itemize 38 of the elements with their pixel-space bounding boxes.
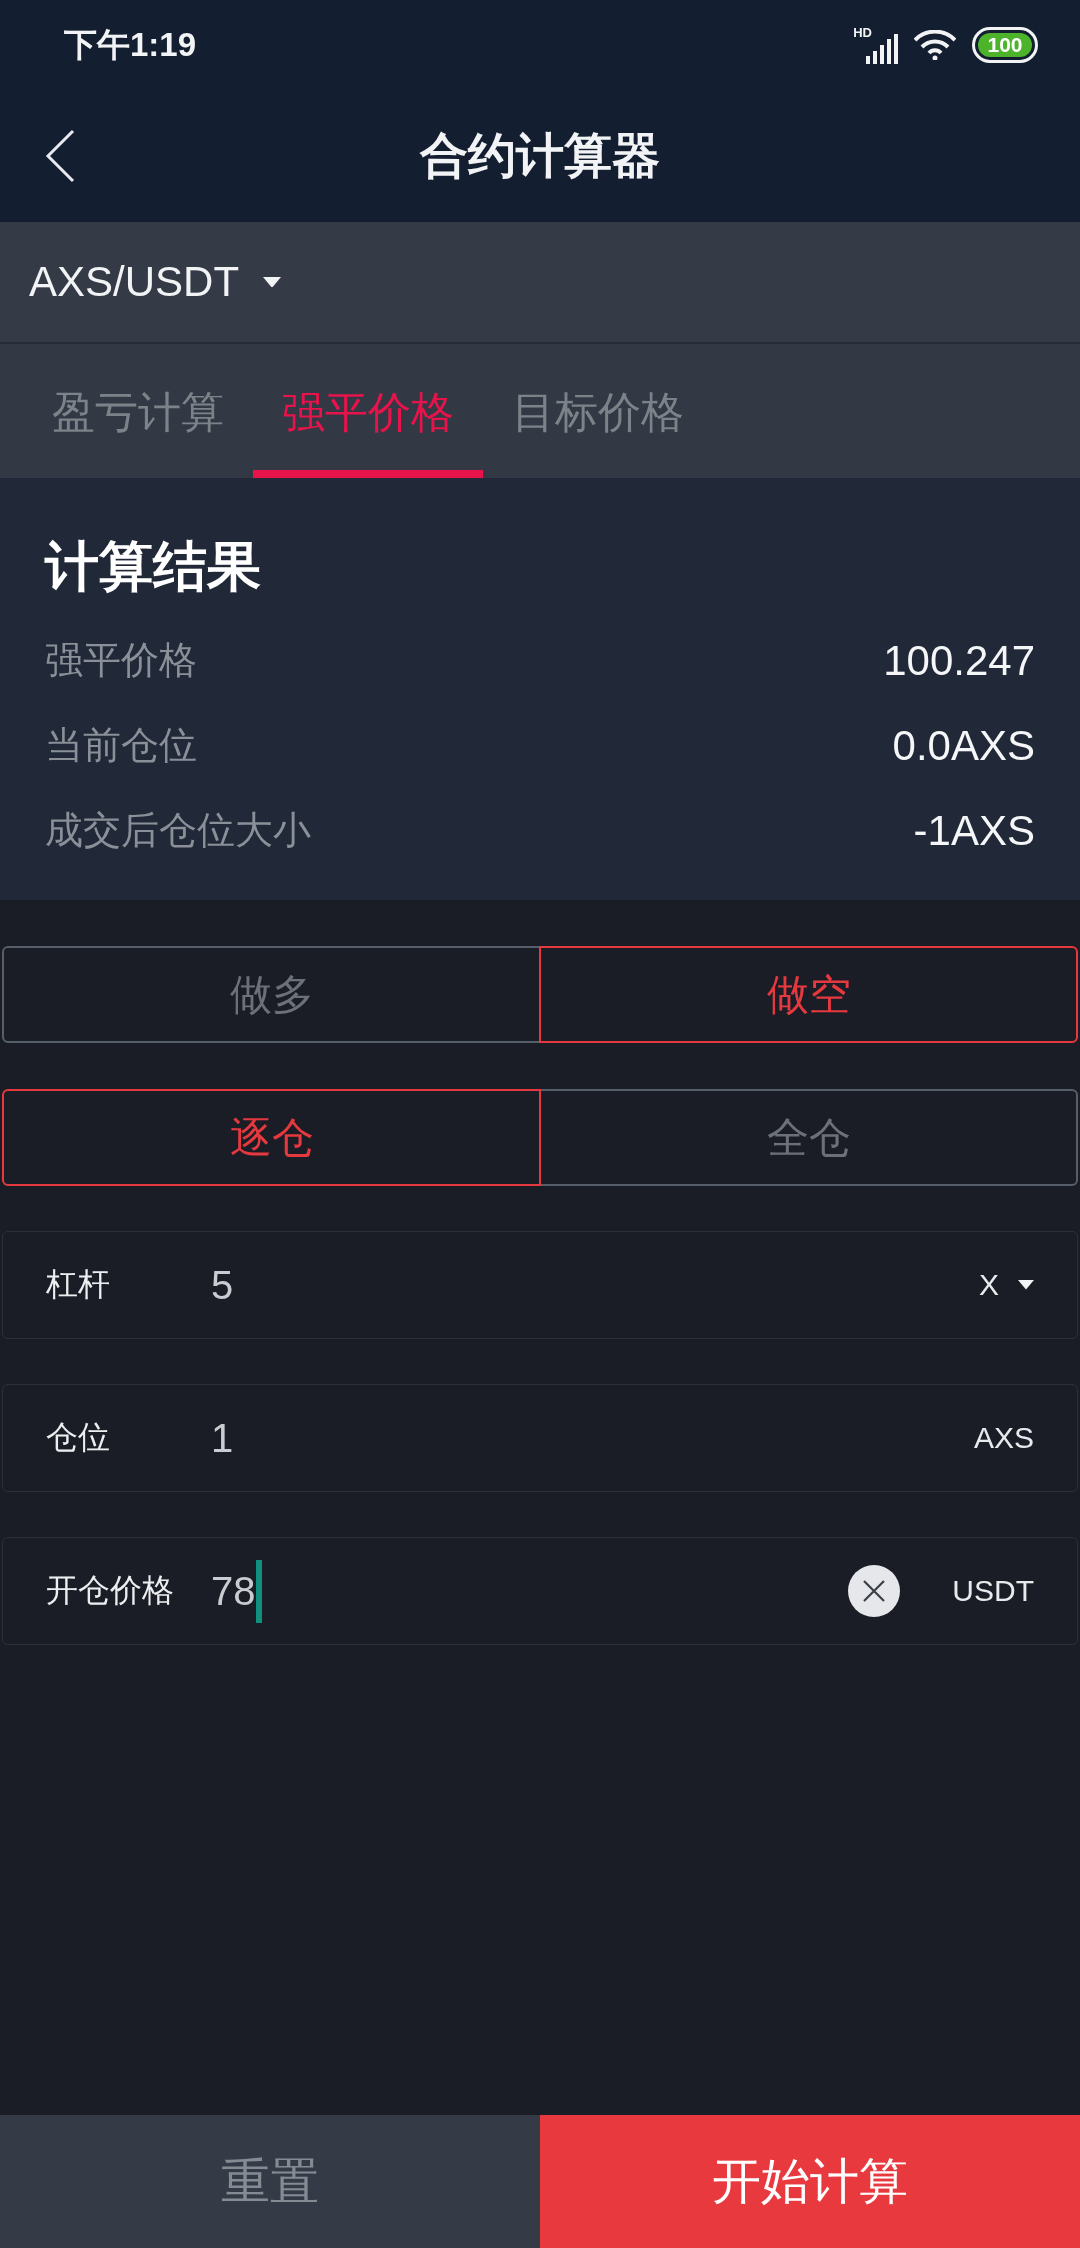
caret-down-icon [263, 276, 282, 288]
toggle-button[interactable]: 做空 [539, 946, 1078, 1043]
pair-selector[interactable]: AXS/USDT [29, 258, 282, 306]
wifi-icon [914, 30, 956, 60]
card-title: 计算结果 [45, 535, 262, 598]
input-field[interactable]: 开仓价格 78 USDT [2, 1537, 1078, 1645]
caret-down-icon [1018, 1280, 1034, 1290]
tab[interactable]: 目标价格 [483, 344, 713, 478]
back-icon[interactable] [45, 129, 75, 183]
battery-indicator: 100 [972, 27, 1038, 63]
close-icon [862, 1579, 887, 1603]
toggle-button[interactable]: 做多 [2, 946, 541, 1043]
result-value: -1AXS [913, 806, 1035, 855]
result-label: 强平价格 [45, 638, 197, 683]
toggle-button[interactable]: 逐仓 [2, 1089, 541, 1186]
unit-label: AXS [973, 1421, 1034, 1455]
clear-button[interactable] [848, 1565, 901, 1617]
network-type-label: HD [853, 26, 872, 39]
unit-dropdown[interactable]: X [979, 1268, 1034, 1302]
calculate-button[interactable]: 开始计算 [540, 2115, 1080, 2248]
field-label: 开仓价格 [46, 1571, 175, 1610]
result-label: 成交后仓位大小 [45, 808, 311, 853]
field-label: 仓位 [46, 1418, 111, 1457]
status-time: 下午1:19 [64, 24, 197, 65]
result-value: 0.0AXS [892, 721, 1035, 770]
field-value: 1 [211, 1415, 234, 1461]
field-value: 5 [211, 1262, 234, 1308]
result-value: 100.247 [883, 636, 1035, 685]
page-title: 合约计算器 [420, 128, 660, 184]
field-label: 杠杆 [46, 1265, 111, 1304]
unit-label: USDT [952, 1574, 1034, 1608]
reset-button[interactable]: 重置 [0, 2115, 540, 2248]
field-value: 78 [211, 1568, 256, 1614]
toggle-button[interactable]: 全仓 [539, 1089, 1078, 1186]
tab[interactable]: 盈亏计算 [23, 344, 253, 478]
input-field[interactable]: 仓位 1 AXS [2, 1384, 1078, 1492]
result-label: 当前仓位 [45, 723, 197, 768]
input-field[interactable]: 杠杆 5 X [2, 1231, 1078, 1339]
